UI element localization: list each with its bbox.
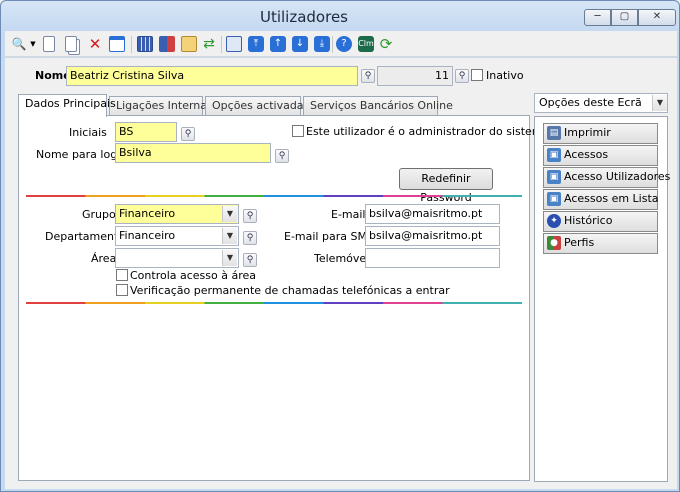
access-list-icon: ▣	[547, 192, 561, 206]
window: Utilizadores ─ ▢ ✕ 🔍 ▼ ✕ ⇄ ⤒ ↑ ↓ ⤓ ? Clm…	[0, 0, 680, 492]
divider	[26, 302, 522, 304]
control-area-checkbox[interactable]	[116, 269, 128, 281]
side-options-select[interactable]: Opções deste Ecrã ▼	[534, 93, 668, 113]
department-select[interactable]: Financeiro ▼	[115, 226, 239, 246]
chevron-down-icon[interactable]: ▼	[222, 206, 237, 222]
first-record-icon[interactable]: ⤒	[248, 36, 264, 52]
last-record-icon[interactable]: ⤓	[314, 36, 330, 52]
refresh-icon[interactable]: ⇄	[201, 36, 217, 52]
call-check-label: Verificação permanente de chamadas telef…	[130, 284, 450, 297]
admin-label: Este utilizador é o administrador do sis…	[306, 125, 550, 138]
initials-field[interactable]: BS	[115, 122, 177, 142]
tab-servicos-bancarios[interactable]: Serviços Bancários Online	[303, 96, 453, 115]
window-title: Utilizadores	[259, 8, 348, 26]
printer-icon: ▤	[547, 126, 561, 140]
divider	[26, 195, 522, 197]
search-icon[interactable]: ⚲	[181, 127, 195, 141]
profiles-icon: ●	[547, 236, 561, 250]
sms-field[interactable]: bsilva@maisritmo.pt	[365, 226, 500, 246]
help-icon[interactable]: ?	[336, 36, 352, 52]
chevron-down-icon[interactable]: ▼	[222, 228, 237, 244]
minimize-button[interactable]: ─	[584, 9, 611, 26]
next-record-icon[interactable]: ↓	[292, 36, 308, 52]
close-button[interactable]: ✕	[638, 9, 676, 26]
search-icon[interactable]: ⚲	[243, 209, 257, 223]
history-icon: ✦	[547, 214, 561, 228]
window-icon[interactable]	[109, 36, 125, 52]
user-access-icon: ▣	[547, 170, 561, 184]
department-value: Financeiro	[119, 229, 176, 242]
access-icon: ▣	[547, 148, 561, 162]
inactive-checkbox[interactable]	[471, 69, 483, 81]
previous-record-icon[interactable]: ↑	[270, 36, 286, 52]
email-field[interactable]: bsilva@maisritmo.pt	[365, 204, 500, 224]
side-title: Opções deste Ecrã	[539, 96, 642, 109]
profiles-label: Perfis	[564, 236, 595, 249]
admin-checkbox[interactable]	[292, 125, 304, 137]
initials-label: Iniciais	[69, 126, 107, 139]
copy-icon[interactable]	[65, 36, 77, 52]
print-button[interactable]: ▤ Imprimir	[543, 123, 658, 144]
toolbar: 🔍 ▼ ✕ ⇄ ⤒ ↑ ↓ ⤓ ? Clm ⟳	[5, 31, 677, 57]
maximize-button[interactable]: ▢	[611, 9, 638, 26]
main-panel: Iniciais BS ⚲ Este utilizador é o admini…	[18, 115, 549, 481]
inactive-label: Inativo	[486, 69, 524, 82]
chevron-down-icon[interactable]: ▼	[29, 36, 37, 52]
department-label: Departamento	[45, 230, 126, 243]
mail-icon[interactable]	[181, 36, 197, 52]
update-icon[interactable]: ⟳	[378, 36, 394, 52]
group-label: Grupo	[82, 208, 116, 221]
history-button[interactable]: ✦ Histórico	[543, 211, 658, 232]
user-access-label: Acesso Utilizadores	[564, 170, 671, 183]
print-label: Imprimir	[564, 126, 611, 139]
tree-icon[interactable]	[159, 36, 175, 52]
call-check-checkbox[interactable]	[116, 284, 128, 296]
access-button[interactable]: ▣ Acessos	[543, 145, 658, 166]
area-label: Área	[91, 252, 117, 265]
chevron-down-icon[interactable]: ▼	[222, 250, 237, 266]
profiles-button[interactable]: ● Perfis	[543, 233, 658, 254]
tab-ligacoes-internas[interactable]: Ligações Internas	[109, 96, 213, 115]
mobile-field[interactable]	[365, 248, 500, 268]
sms-label: E-mail para SMS	[284, 230, 374, 243]
title-bar: Utilizadores ─ ▢ ✕	[1, 1, 679, 31]
access-list-label: Acessos em Lista	[564, 192, 659, 205]
tab-opcoes-activadas[interactable]: Opções activadas	[205, 96, 309, 115]
tab-dados-principais[interactable]: Dados Principais	[18, 94, 116, 117]
login-label: Nome para login	[36, 148, 128, 161]
clm-icon[interactable]: Clm	[358, 36, 374, 52]
reset-password-button[interactable]: Redefinir Password	[399, 168, 493, 204]
preview-icon[interactable]	[226, 36, 242, 52]
chevron-down-icon[interactable]: ▼	[652, 95, 667, 111]
main-area: Nome Beatriz Cristina Silva ⚲ 11 ⚲ Inati…	[5, 58, 677, 489]
user-access-button[interactable]: ▣ Acesso Utilizadores	[543, 167, 670, 188]
control-area-label: Controla acesso à área	[130, 269, 257, 282]
group-value: Financeiro	[119, 207, 176, 220]
delete-icon[interactable]: ✕	[87, 36, 103, 52]
group-select[interactable]: Financeiro ▼	[115, 204, 239, 224]
new-document-icon[interactable]	[43, 36, 55, 52]
name-field[interactable]: Beatriz Cristina Silva	[66, 66, 358, 86]
mobile-label: Telemóvel	[314, 252, 370, 265]
search-icon[interactable]: ⚲	[243, 231, 257, 245]
history-label: Histórico	[564, 214, 613, 227]
access-label: Acessos	[564, 148, 609, 161]
table-icon[interactable]	[137, 36, 153, 52]
search-icon[interactable]: 🔍	[11, 36, 27, 52]
area-select[interactable]: ▼	[115, 248, 239, 268]
id-field: 11	[377, 66, 453, 86]
search-icon[interactable]: ⚲	[275, 149, 289, 163]
search-icon[interactable]: ⚲	[243, 253, 257, 267]
login-field[interactable]: Bsilva	[115, 143, 271, 163]
side-panel: ▤ Imprimir ▣ Acessos ▣ Acesso Utilizador…	[534, 116, 670, 482]
search-icon[interactable]: ⚲	[455, 69, 469, 83]
access-list-button[interactable]: ▣ Acessos em Lista	[543, 189, 659, 210]
search-icon[interactable]: ⚲	[361, 69, 375, 83]
email-label: E-mail	[331, 208, 366, 221]
